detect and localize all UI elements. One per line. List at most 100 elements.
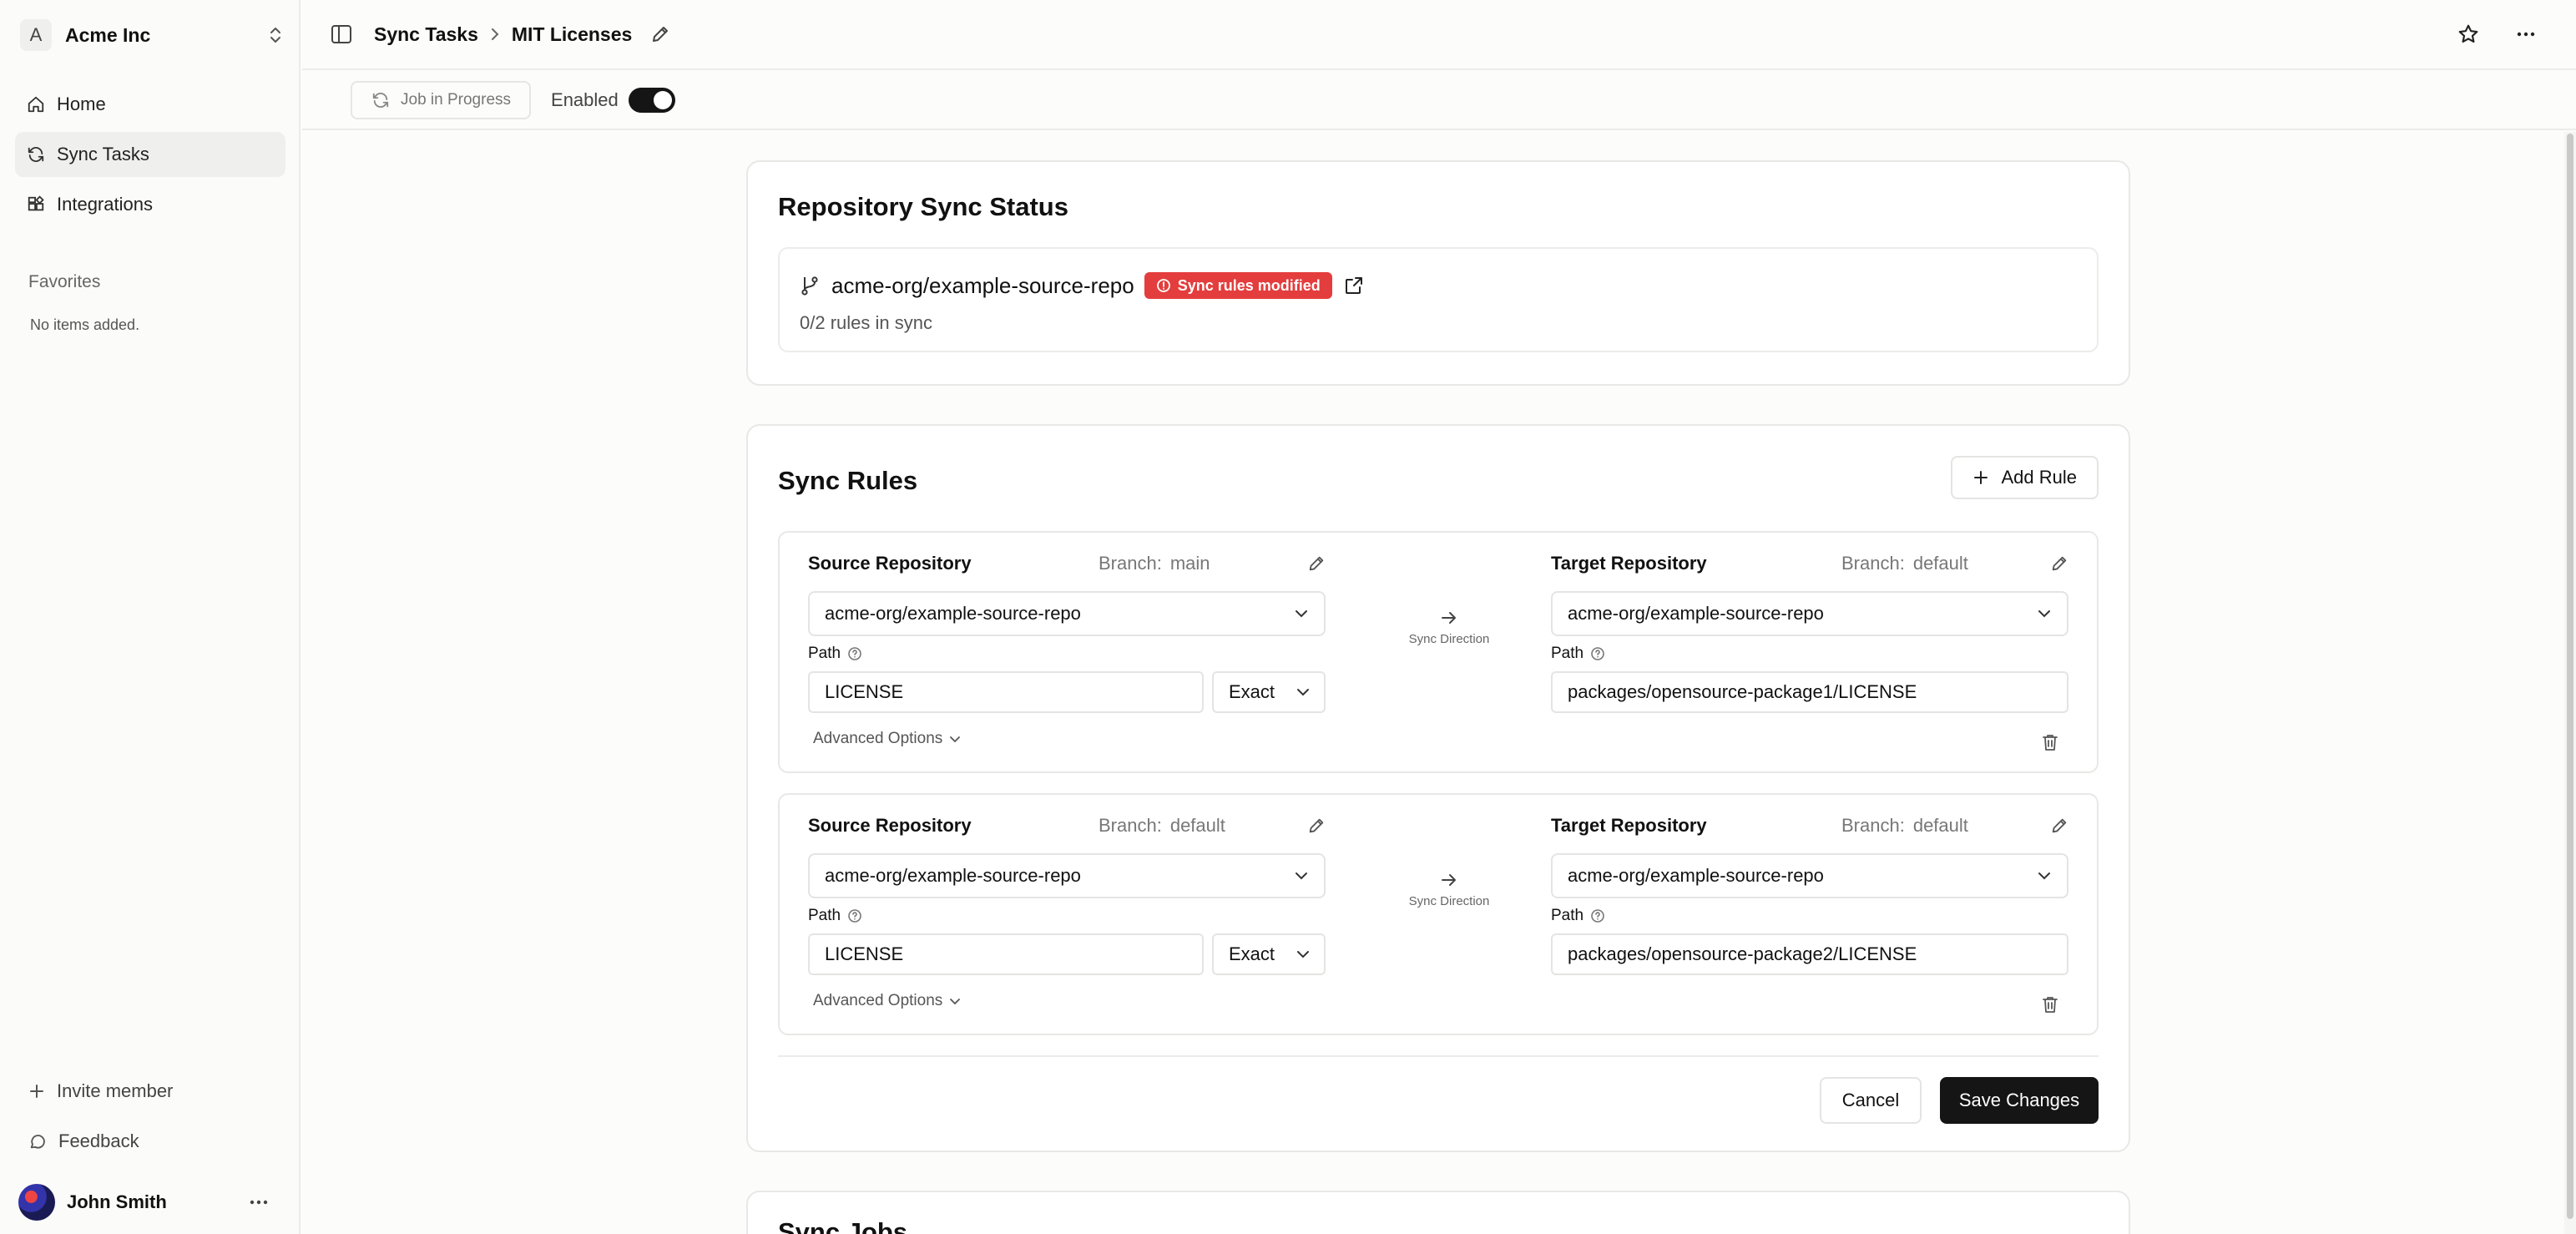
edit-branch-icon[interactable] — [1307, 554, 1326, 573]
sync-direction-label: Sync Direction — [1408, 632, 1490, 646]
invite-member-label: Invite member — [57, 1080, 174, 1101]
edit-branch-icon[interactable] — [2050, 554, 2068, 573]
more-horizontal-icon[interactable] — [2516, 31, 2536, 38]
sync-rules-card: Sync Rules Add Rule Source Repository Br… — [746, 424, 2130, 1152]
target-path-input[interactable]: packages/opensource-package1/LICENSE — [1551, 671, 2068, 713]
source-title: Source Repository — [808, 815, 972, 836]
source-path-label: Path — [808, 645, 862, 663]
source-path-label: Path — [808, 907, 862, 925]
target-title: Target Repository — [1551, 815, 1707, 836]
advanced-options-toggle[interactable]: Advanced Options — [813, 992, 961, 1010]
avatar — [18, 1184, 55, 1221]
path-label-text: Path — [1551, 907, 1584, 924]
source-path-input[interactable]: LICENSE — [808, 671, 1204, 713]
chevron-down-icon — [1297, 689, 1309, 696]
edit-branch-icon[interactable] — [2050, 817, 2068, 835]
source-panel: Source Repository Branch: default acme-or… — [808, 795, 1326, 1034]
breadcrumb-parent[interactable]: Sync Tasks — [374, 23, 478, 46]
external-link-icon[interactable] — [1344, 276, 1364, 296]
help-circle-icon[interactable] — [1590, 646, 1605, 661]
status-card-title: Repository Sync Status — [778, 192, 1068, 221]
org-name: Acme Inc — [65, 23, 151, 46]
chat-bubble-icon — [30, 1135, 45, 1149]
cancel-button[interactable]: Cancel — [1820, 1077, 1922, 1124]
source-repo-value: acme-org/example-source-repo — [825, 603, 1081, 624]
add-rule-button[interactable]: Add Rule — [1951, 456, 2099, 499]
chevron-down-icon — [950, 999, 961, 1005]
advanced-options-label: Advanced Options — [813, 992, 943, 1009]
repo-name: acme-org/example-source-repo — [831, 272, 1134, 298]
sidebar-nav: Home Sync Tasks Integrations — [15, 82, 285, 232]
sidebar-item-sync-tasks[interactable]: Sync Tasks — [15, 132, 285, 177]
source-path-input[interactable]: LICENSE — [808, 933, 1204, 975]
sidebar-toggle-icon[interactable] — [331, 24, 352, 44]
feedback-link[interactable]: Feedback — [28, 1125, 139, 1158]
task-toolbar: Job in Progress Enabled — [302, 72, 2576, 130]
save-changes-button[interactable]: Save Changes — [1940, 1077, 2099, 1124]
sync-jobs-title: Sync Jobs — [778, 1217, 908, 1234]
delete-rule-icon[interactable] — [2042, 995, 2058, 1014]
breadcrumb-current: MIT Licenses — [511, 23, 633, 45]
arrow-right-icon — [1442, 612, 1456, 624]
target-path-label: Path — [1551, 907, 1605, 925]
source-panel: Source Repository Branch: main acme-org/e… — [808, 533, 1326, 771]
branch-prefix: Branch: — [1099, 815, 1162, 836]
target-path-input[interactable]: packages/opensource-package2/LICENSE — [1551, 933, 2068, 975]
branch-prefix: Branch: — [1841, 815, 1905, 836]
target-panel: Target Repository Branch: default acme-or… — [1551, 533, 2068, 771]
chevron-down-icon — [950, 736, 961, 743]
target-repo-select[interactable]: acme-org/example-source-repo — [1551, 853, 2068, 898]
source-repo-select[interactable]: acme-org/example-source-repo — [808, 591, 1326, 636]
sync-rule-1: Source Repository Branch: main acme-org/e… — [778, 531, 2099, 773]
chevron-up-down-icon — [270, 28, 280, 43]
branch-value: default — [1912, 815, 1968, 836]
sidebar-item-label: Sync Tasks — [57, 144, 149, 164]
enabled-toggle[interactable] — [628, 88, 675, 113]
sidebar-item-integrations[interactable]: Integrations — [15, 182, 285, 227]
target-panel: Target Repository Branch: default acme-or… — [1551, 795, 2068, 1034]
chevron-down-icon — [1297, 951, 1309, 958]
help-circle-icon[interactable] — [1590, 908, 1605, 923]
sync-rules-title: Sync Rules — [778, 466, 918, 495]
target-branch: Branch: default — [1841, 553, 1968, 574]
status-badge: Sync rules modified — [1144, 272, 1332, 299]
branch-value: default — [1912, 553, 1968, 574]
plus-icon — [1974, 471, 1988, 484]
add-rule-label: Add Rule — [2001, 467, 2077, 488]
home-icon — [28, 96, 44, 113]
pencil-icon[interactable] — [650, 24, 670, 44]
target-title: Target Repository — [1551, 553, 1707, 574]
org-switcher[interactable]: A Acme Inc — [20, 18, 284, 52]
star-icon[interactable] — [2457, 23, 2479, 45]
path-label-text: Path — [808, 907, 841, 924]
match-mode-select[interactable]: Exact — [1212, 933, 1326, 975]
chevron-right-icon — [491, 28, 499, 40]
target-path-label: Path — [1551, 645, 1605, 663]
more-horizontal-icon[interactable] — [249, 1199, 269, 1206]
chevron-down-icon — [2038, 610, 2050, 618]
target-repo-value: acme-org/example-source-repo — [1568, 603, 1824, 624]
advanced-options-toggle[interactable]: Advanced Options — [813, 730, 961, 748]
repository-status-box: acme-org/example-source-repo Sync rules … — [778, 247, 2099, 352]
branch-prefix: Branch: — [1841, 553, 1905, 574]
sync-rule-2: Source Repository Branch: default acme-or… — [778, 793, 2099, 1035]
target-repo-select[interactable]: acme-org/example-source-repo — [1551, 591, 2068, 636]
invite-member-link[interactable]: Invite member — [28, 1075, 173, 1108]
feedback-label: Feedback — [58, 1130, 139, 1151]
edit-branch-icon[interactable] — [1307, 817, 1326, 835]
sidebar-item-home[interactable]: Home — [15, 82, 285, 127]
job-status-button[interactable]: Job in Progress — [351, 81, 532, 119]
source-repo-select[interactable]: acme-org/example-source-repo — [808, 853, 1326, 898]
scrollbar-thumb[interactable] — [2567, 134, 2573, 1219]
chevron-down-icon — [1296, 872, 1307, 880]
delete-rule-icon[interactable] — [2042, 733, 2058, 751]
source-branch: Branch: default — [1099, 815, 1225, 837]
favorites-empty: No items added. — [30, 316, 140, 333]
divider — [778, 1055, 2099, 1057]
user-menu[interactable]: John Smith — [18, 1184, 269, 1221]
help-circle-icon[interactable] — [847, 646, 862, 661]
sidebar-item-label: Home — [57, 94, 106, 114]
rules-in-sync-count: 0/2 rules in sync — [800, 312, 932, 333]
match-mode-select[interactable]: Exact — [1212, 671, 1326, 713]
help-circle-icon[interactable] — [847, 908, 862, 923]
